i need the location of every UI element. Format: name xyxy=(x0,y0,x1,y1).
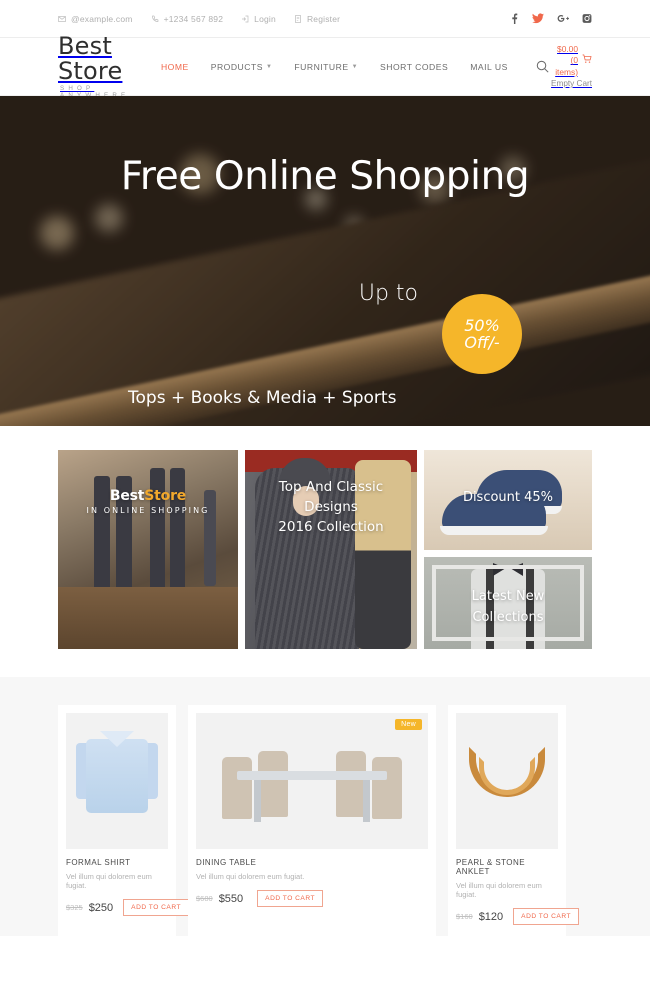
product-new-price: $550 xyxy=(218,892,244,905)
product-new-price: $120 xyxy=(478,910,504,923)
product-description: Vel illum qui dolorem eum fugiat. xyxy=(196,872,305,881)
login-text: Login xyxy=(254,13,276,24)
cart-icon xyxy=(582,54,592,67)
product-title: PEARL & STONE ANKLET xyxy=(456,858,525,876)
add-to-cart-button[interactable]: ADD TO CART xyxy=(513,908,580,925)
promo-line-1: Top And Classic xyxy=(278,479,384,495)
hero-title: Free Online Shopping xyxy=(120,154,530,199)
add-to-cart-button[interactable]: ADD TO CART xyxy=(257,890,324,907)
new-badge: New xyxy=(395,719,422,730)
phone-icon xyxy=(151,15,159,23)
promo-tile-best-store[interactable]: BestStore IN ONLINE SHOPPING xyxy=(58,450,238,649)
top-bar-links: @example.com +1234 567 892 Login Registe… xyxy=(58,14,340,24)
product-info: FORMAL SHIRT Vel illum qui dolorem eum f… xyxy=(58,849,190,927)
promo-line-1: Latest New xyxy=(471,589,545,604)
product-title: DINING TABLE xyxy=(196,858,257,867)
nav-item-furniture[interactable]: FURNITURE ▼ xyxy=(294,62,358,72)
discount-badge-off: Off/- xyxy=(464,333,500,352)
discount-badge-percent: 50% xyxy=(464,315,500,335)
promo-tile-label: Top And Classic Designs 2016 Collection xyxy=(245,478,417,538)
site-logo[interactable]: Best Store SHOP ANYWHERE xyxy=(58,31,157,99)
main-navigation: HOME PRODUCTS ▼ FURNITURE ▼ SHORT CODES … xyxy=(161,62,508,72)
promo-brand-gold: Store xyxy=(144,488,187,504)
nav-label: MAIL US xyxy=(470,61,508,72)
product-new-price: $250 xyxy=(88,901,114,914)
register-link[interactable]: Register xyxy=(294,14,340,24)
chevron-down-icon: ▼ xyxy=(265,63,273,70)
instagram-icon[interactable] xyxy=(582,13,592,24)
product-description: Vel illum qui dolorem eum fugiat. xyxy=(456,881,542,899)
product-info: DINING TABLE Vel illum qui dolorem eum f… xyxy=(188,849,436,918)
product-price-row: $680 $550 ADD TO CART xyxy=(196,890,428,907)
facebook-icon[interactable] xyxy=(509,13,519,24)
login-icon xyxy=(241,15,249,23)
promo-tile-latest-collections[interactable]: Latest New Collections xyxy=(424,557,592,649)
nav-label: HOME xyxy=(160,61,189,72)
cart-widget[interactable]: $0.00 (0 items) Empty Cart xyxy=(549,44,592,89)
product-image: New xyxy=(196,713,428,849)
nav-label: FURNITURE xyxy=(294,61,349,72)
promo-tile-discount[interactable]: Discount 45% xyxy=(424,450,592,550)
nav-item-short-codes[interactable]: SHORT CODES xyxy=(380,62,448,72)
promo-line-2: Collections xyxy=(472,609,544,625)
cart-total: $0.00 (0 items) xyxy=(555,43,578,77)
product-grid: FORMAL SHIRT Vel illum qui dolorem eum f… xyxy=(0,677,650,936)
promo-tile-label: Latest New Collections xyxy=(424,587,592,629)
chevron-down-icon: ▼ xyxy=(351,63,359,70)
promo-tiles: BestStore IN ONLINE SHOPPING Discount 45… xyxy=(0,426,650,677)
nav-label: SHORT CODES xyxy=(380,61,449,72)
product-card-dining-table[interactable]: New DINING TABLE Vel illum qui dolorem e… xyxy=(188,705,436,936)
product-card-formal-shirt[interactable]: FORMAL SHIRT Vel illum qui dolorem eum f… xyxy=(58,705,190,936)
product-image xyxy=(456,713,558,849)
nav-item-mail-us[interactable]: MAIL US xyxy=(470,62,508,72)
product-old-price: $160 xyxy=(456,912,473,921)
phone-link[interactable]: +1234 567 892 xyxy=(151,14,224,24)
promo-tile-label: BestStore IN ONLINE SHOPPING xyxy=(58,488,238,515)
add-to-cart-button[interactable]: ADD TO CART xyxy=(123,899,190,916)
google-plus-icon[interactable] xyxy=(557,13,569,24)
cart-status: Empty Cart xyxy=(551,78,592,88)
product-description: Vel illum qui dolorem eum fugiat. xyxy=(66,872,152,890)
register-icon xyxy=(294,14,302,23)
product-card-pearl-stone-anklet[interactable]: PEARL & STONE ANKLET Vel illum qui dolor… xyxy=(448,705,580,936)
hero-upto-text: Up to xyxy=(358,281,418,306)
logo-text: Best Store xyxy=(58,31,123,85)
promo-line-2: Designs xyxy=(304,498,358,515)
hero-slider[interactable]: Free Online Shopping Up to 50% Off/- Top… xyxy=(0,96,650,426)
social-links xyxy=(509,13,592,24)
discount-badge: 50% Off/- xyxy=(442,294,522,374)
register-text: Register xyxy=(306,13,341,24)
promo-tile-image xyxy=(58,450,238,649)
product-price-row: $160 $120 ADD TO CART xyxy=(456,908,580,925)
search-icon[interactable] xyxy=(536,60,549,73)
promo-brand-white: Best xyxy=(109,488,145,504)
login-link[interactable]: Login xyxy=(241,14,276,24)
nav-item-home[interactable]: HOME xyxy=(161,62,189,72)
product-old-price: $680 xyxy=(196,894,213,903)
promo-tile-label: Discount 45% xyxy=(462,490,554,505)
nav-label: PRODUCTS xyxy=(210,61,263,72)
email-text: @example.com xyxy=(71,13,133,24)
email-link[interactable]: @example.com xyxy=(58,14,133,24)
hero-content: Free Online Shopping Up to 50% Off/- Top… xyxy=(0,96,650,426)
product-title: FORMAL SHIRT xyxy=(66,858,131,867)
product-image xyxy=(66,713,168,849)
product-info: PEARL & STONE ANKLET Vel illum qui dolor… xyxy=(448,849,580,936)
promo-line-3: 2016 Collection xyxy=(278,518,384,535)
phone-text: +1234 567 892 xyxy=(163,13,224,24)
twitter-icon[interactable] xyxy=(532,13,544,24)
product-price-row: $325 $250 ADD TO CART xyxy=(66,899,190,916)
envelope-icon xyxy=(58,15,66,23)
promo-brand-sub: IN ONLINE SHOPPING xyxy=(86,506,210,515)
site-header: Best Store SHOP ANYWHERE HOME PRODUCTS ▼… xyxy=(0,33,650,99)
nav-item-products[interactable]: PRODUCTS ▼ xyxy=(211,62,273,72)
hero-subtitle: Tops + Books & Media + Sports xyxy=(128,388,397,408)
promo-tile-classic-designs[interactable]: Top And Classic Designs 2016 Collection xyxy=(245,450,417,649)
product-old-price: $325 xyxy=(66,903,83,912)
